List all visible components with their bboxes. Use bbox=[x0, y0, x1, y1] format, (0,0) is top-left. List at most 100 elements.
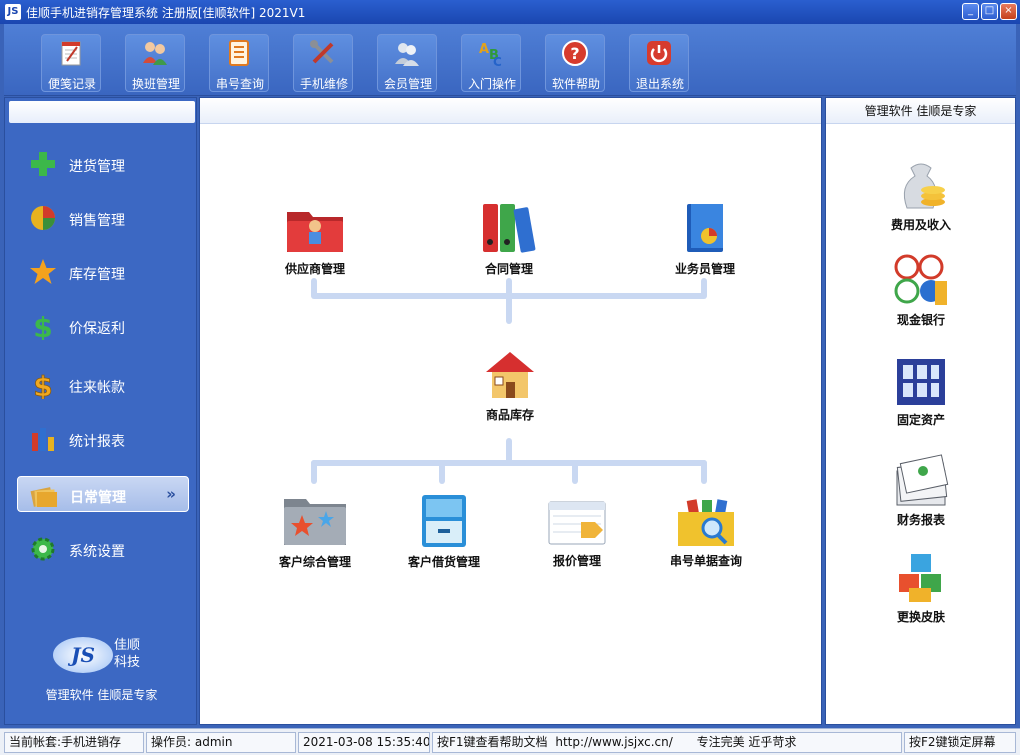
svg-text:C: C bbox=[493, 55, 502, 67]
house-icon bbox=[486, 352, 534, 398]
toolbar-help-button[interactable]: ? 软件帮助 bbox=[545, 34, 605, 92]
sidebar-header bbox=[9, 101, 195, 123]
connector bbox=[311, 460, 317, 484]
sidebar-item-label: 系统设置 bbox=[69, 544, 125, 560]
sidebar-item-label: 往来帐款 bbox=[69, 380, 125, 396]
gear-icon bbox=[31, 537, 55, 561]
toolbar-label: 便笺记录 bbox=[47, 77, 96, 91]
sidebar-item-label: 日常管理 bbox=[70, 490, 126, 506]
sidebar-item-settings[interactable]: 系统设置 bbox=[17, 531, 189, 567]
item-label: 商品库存 bbox=[485, 408, 534, 422]
bar-chart-icon bbox=[32, 428, 54, 451]
change-skin-item[interactable]: 更换皮肤 bbox=[866, 550, 976, 630]
supplier-management-item[interactable]: 供应商管理 bbox=[260, 206, 370, 286]
search-folder-icon bbox=[678, 499, 734, 546]
help-icon: ? bbox=[562, 40, 588, 66]
cash-bank-item[interactable]: 现金银行 bbox=[866, 253, 976, 333]
toolbar-label: 退出系统 bbox=[635, 77, 684, 91]
connector bbox=[439, 460, 445, 484]
toolbar-repair-button[interactable]: 手机维修 bbox=[293, 34, 353, 92]
document-list-icon bbox=[229, 40, 249, 66]
contract-management-item[interactable]: 合同管理 bbox=[454, 200, 564, 280]
maximize-button[interactable]: □ bbox=[981, 3, 998, 20]
status-account: 当前帐套:手机进销存 bbox=[4, 732, 144, 753]
status-info: 按F1键查看帮助文档 http://www.jsjxc.cn/ 专注完美 近乎苛… bbox=[432, 732, 902, 753]
item-label: 客户借货管理 bbox=[407, 555, 480, 569]
customer-loan-item[interactable]: 客户借货管理 bbox=[389, 493, 499, 573]
pie-chart-icon bbox=[31, 206, 55, 230]
window-title: 佳顺手机进销存管理系统 注册版[佳顺软件] 2021V1 bbox=[26, 6, 306, 20]
members-icon bbox=[395, 43, 419, 66]
expense-income-item[interactable]: 费用及收入 bbox=[866, 158, 976, 238]
item-label: 固定资产 bbox=[896, 413, 945, 427]
financial-reports-item[interactable]: 财务报表 bbox=[866, 453, 976, 533]
toolbar: 便笺记录 换班管理 串号查询 手机维修 会员管理 A B C 入门操作 ? 软件… bbox=[4, 24, 1016, 96]
tools-icon bbox=[310, 40, 334, 64]
sidebar-item-sales[interactable]: 销售管理 bbox=[17, 200, 189, 236]
red-folder-icon bbox=[287, 212, 343, 252]
star-folder-icon bbox=[284, 499, 346, 545]
toolbar-label: 手机维修 bbox=[299, 77, 348, 91]
connector bbox=[506, 278, 512, 324]
cabinet-icon bbox=[422, 495, 466, 547]
close-button[interactable]: × bbox=[1000, 3, 1017, 20]
sidebar-item-reports[interactable]: 统计报表 bbox=[17, 421, 189, 457]
svg-text:?: ? bbox=[570, 44, 579, 63]
sidebar-item-daily[interactable]: 日常管理 » bbox=[17, 476, 189, 512]
star-icon bbox=[30, 259, 56, 284]
item-label: 合同管理 bbox=[484, 262, 533, 276]
sidebar-item-label: 库存管理 bbox=[69, 267, 125, 283]
status-url-link[interactable]: http://www.jsjxc.cn/ bbox=[551, 735, 672, 749]
sidebar-item-purchase[interactable]: 进货管理 bbox=[17, 146, 189, 182]
svg-text:$: $ bbox=[33, 371, 52, 399]
status-operator: 操作员: admin bbox=[146, 732, 296, 753]
abc-icon: A B C bbox=[479, 42, 502, 67]
money-bag-icon bbox=[903, 163, 945, 209]
item-label: 更换皮肤 bbox=[896, 610, 945, 624]
cubes-icon bbox=[899, 554, 941, 602]
salesperson-management-item[interactable]: 业务员管理 bbox=[650, 200, 760, 280]
main-panel: 供应商管理 合同管理 业务员管理 商品库存 客户综合管理 客户借货管理 报价管理… bbox=[199, 97, 822, 725]
svg-text:$: $ bbox=[33, 312, 52, 340]
toolbar-getting-started-button[interactable]: A B C 入门操作 bbox=[461, 34, 521, 92]
status-lock: 按F2键锁定屏幕 bbox=[904, 732, 1016, 753]
fixed-assets-item[interactable]: 固定资产 bbox=[866, 353, 976, 433]
svg-text:A: A bbox=[479, 42, 489, 57]
connector bbox=[701, 460, 707, 484]
right-panel-header: 管理软件 佳顺是专家 bbox=[826, 98, 1015, 124]
connector bbox=[311, 460, 707, 466]
plus-icon bbox=[31, 152, 55, 176]
brand-name-line2: 科技 bbox=[113, 655, 140, 670]
brand-name-line1: 佳顺 bbox=[113, 638, 140, 653]
sidebar-item-price-protection[interactable]: $ 价保返利 bbox=[17, 308, 189, 344]
toolbar-label: 入门操作 bbox=[467, 77, 516, 91]
connector bbox=[572, 460, 578, 484]
serial-document-query-item[interactable]: 串号单据查询 bbox=[651, 498, 761, 578]
inventory-item[interactable]: 商品库存 bbox=[455, 348, 565, 428]
toolbar-serial-query-button[interactable]: 串号查询 bbox=[209, 34, 269, 92]
sidebar-item-inventory[interactable]: 库存管理 bbox=[17, 254, 189, 290]
toolbar-exit-button[interactable]: 退出系统 bbox=[629, 34, 689, 92]
customer-management-item[interactable]: 客户综合管理 bbox=[260, 493, 370, 573]
app-icon[interactable]: JS bbox=[5, 4, 21, 20]
item-label: 财务报表 bbox=[896, 513, 945, 527]
toolbar-members-button[interactable]: 会员管理 bbox=[377, 34, 437, 92]
toolbar-notes-button[interactable]: 便笺记录 bbox=[41, 34, 101, 92]
toolbar-label: 会员管理 bbox=[383, 77, 432, 91]
item-label: 串号单据查询 bbox=[669, 554, 742, 568]
status-bar: 当前帐套:手机进销存 操作员: admin 2021-03-08 15:35:4… bbox=[0, 728, 1020, 755]
minimize-button[interactable]: _ bbox=[962, 3, 979, 20]
status-motto: 专注完美 近乎苛求 bbox=[696, 735, 797, 749]
toolbar-label: 软件帮助 bbox=[551, 77, 600, 91]
sidebar-item-label: 销售管理 bbox=[69, 213, 125, 229]
brand-logo: JS 佳顺 科技 bbox=[45, 633, 165, 683]
power-icon bbox=[647, 41, 671, 65]
quote-management-item[interactable]: 报价管理 bbox=[522, 498, 632, 578]
connector bbox=[311, 293, 707, 299]
toolbar-shift-button[interactable]: 换班管理 bbox=[125, 34, 185, 92]
brand-logo-mark: JS bbox=[53, 637, 113, 673]
sidebar-item-accounts[interactable]: $ 往来帐款 bbox=[17, 367, 189, 403]
item-label: 现金银行 bbox=[896, 313, 945, 327]
dollar-gold-icon: $ bbox=[33, 371, 53, 399]
right-panel: 管理软件 佳顺是专家 费用及收入 现金银行 固定资产 财务报表 更换皮肤 bbox=[825, 97, 1016, 725]
